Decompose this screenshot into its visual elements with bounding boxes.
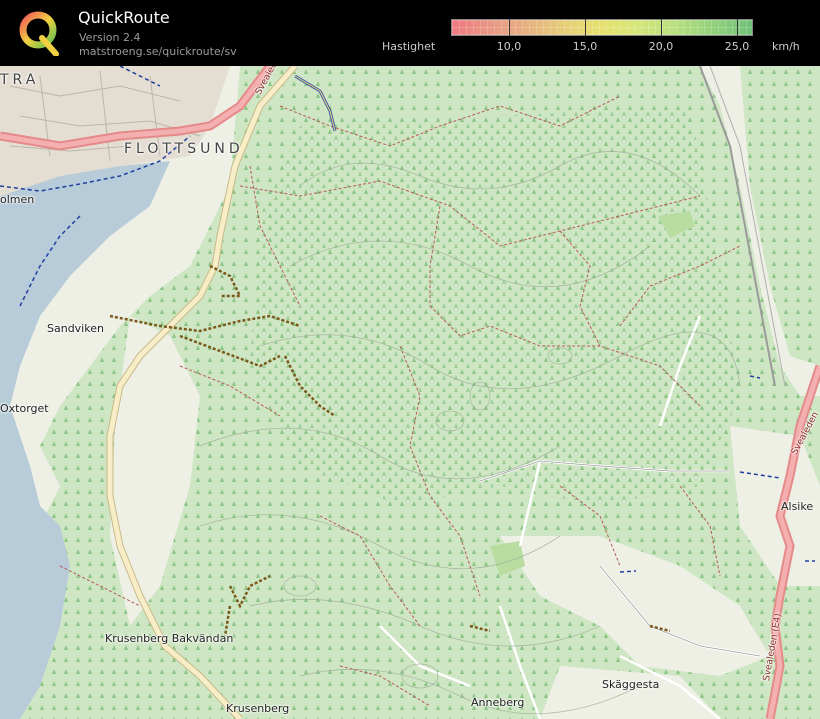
place-label-flottsund: FLOTTSUND [124,141,244,157]
place-label-sandviken: Sandviken [47,322,104,335]
legend-tick-label: 15,0 [572,40,598,53]
legend-tick-label: 10,0 [496,40,522,53]
place-label-krusenberg: Krusenberg [226,702,290,715]
quickroute-logo-icon [19,11,59,56]
legend-tick-mark [585,19,586,36]
speed-legend-unit: km/h [772,40,800,53]
speed-legend-title: Hastighet [382,40,436,53]
legend-tick-label: 25,0 [724,40,750,53]
place-label-oxtorget: Oxtorget [0,402,49,415]
legend-tick-label: 20,0 [648,40,674,53]
map-canvas [0,66,820,719]
place-label-holmen: olmen [0,193,35,206]
app-url: matstroeng.se/quickroute/sv [79,45,237,58]
place-label-alsike: Alsike [781,500,814,513]
app-version: Version 2.4 [79,31,141,44]
quickroute-window: QuickRoute Version 2.4 matstroeng.se/qui… [0,0,820,719]
place-label-anneberg: Anneberg [471,696,525,709]
header-bar: QuickRoute Version 2.4 matstroeng.se/qui… [0,0,820,66]
speed-legend-gradient [451,19,753,36]
map-view[interactable]: FLOTTSUND TRA olmen Sandviken Oxtorget K… [0,66,820,719]
legend-tick-mark [737,19,738,36]
legend-tick-mark [661,19,662,36]
app-title: QuickRoute [78,8,170,27]
legend-tick-mark [509,19,510,36]
place-label-krusenberg-bakvandan: Krusenberg Bakvändan [105,632,234,645]
place-label-tra: TRA [0,72,40,88]
place-label-skaggesta: Skäggesta [602,678,660,691]
forest-symbols-offset [250,106,740,506]
